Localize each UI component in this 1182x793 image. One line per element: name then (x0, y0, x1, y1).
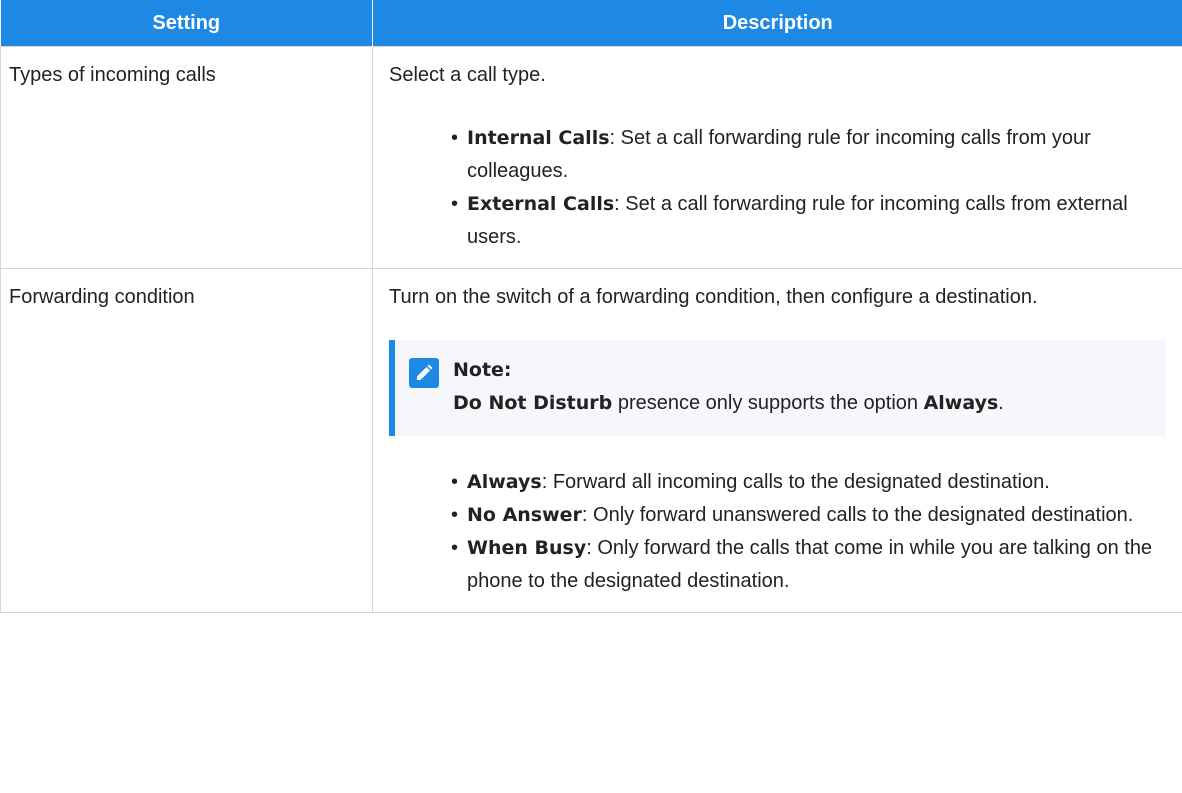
setting-cell: Forwarding condition (0, 268, 373, 613)
table-row: Forwarding condition Turn on the switch … (0, 268, 1182, 613)
description-cell: Select a call type. • Internal Calls: Set… (372, 46, 1182, 269)
table-row: Types of incoming calls Select a call ty… (0, 46, 1182, 269)
bullet: • (451, 537, 459, 559)
header-description: Description (372, 0, 1182, 47)
list-item: • Internal Calls: Set a call forwarding r… (451, 122, 1166, 188)
note-term: Always (923, 392, 999, 414)
description-intro: Select a call type. (389, 64, 546, 86)
option-list: • Always: Forward all incoming calls to t… (389, 466, 1166, 598)
pencil-icon (409, 358, 439, 388)
note-term: Do Not Disturb (453, 392, 613, 414)
list-item: • Always: Forward all incoming calls to t… (451, 466, 1166, 499)
note-callout: Note: Do Not Disturb presence only suppo… (389, 340, 1166, 436)
option-term: No Answer (467, 504, 582, 526)
header-row: Setting Description (0, 0, 1182, 47)
description-cell: Turn on the switch of a forwarding condi… (372, 268, 1182, 613)
bullet: • (451, 127, 459, 149)
option-term: Internal Calls (467, 127, 610, 149)
bullet: • (451, 193, 459, 215)
option-term: When Busy (467, 537, 587, 559)
bullet: • (451, 471, 459, 493)
option-list: • Internal Calls: Set a call forwarding r… (389, 122, 1166, 254)
option-text: : Only forward unanswered calls to the d… (581, 504, 1134, 526)
option-term: External Calls (467, 193, 615, 215)
note-end: . (998, 392, 1004, 414)
list-item: • No Answer: Only forward unanswered call… (451, 499, 1166, 532)
note-body: Note: Do Not Disturb presence only suppo… (453, 354, 1152, 420)
option-text: : Forward all incoming calls to the desi… (541, 471, 1050, 493)
description-intro: Turn on the switch of a forwarding condi… (389, 286, 1038, 308)
bullet: • (451, 504, 459, 526)
setting-cell: Types of incoming calls (0, 46, 373, 269)
list-item: • When Busy: Only forward the calls that … (451, 532, 1166, 598)
note-span: presence only supports the option (612, 392, 924, 414)
list-item: • External Calls: Set a call forwarding r… (451, 188, 1166, 254)
setting-label: Types of incoming calls (9, 64, 216, 86)
note-text: Do Not Disturb presence only supports th… (453, 387, 1152, 420)
setting-label: Forwarding condition (9, 286, 195, 308)
note-title: Note: (453, 359, 512, 381)
settings-table: Setting Description Types of incoming ca… (0, 0, 1182, 613)
header-setting: Setting (0, 0, 373, 47)
option-term: Always (467, 471, 542, 493)
